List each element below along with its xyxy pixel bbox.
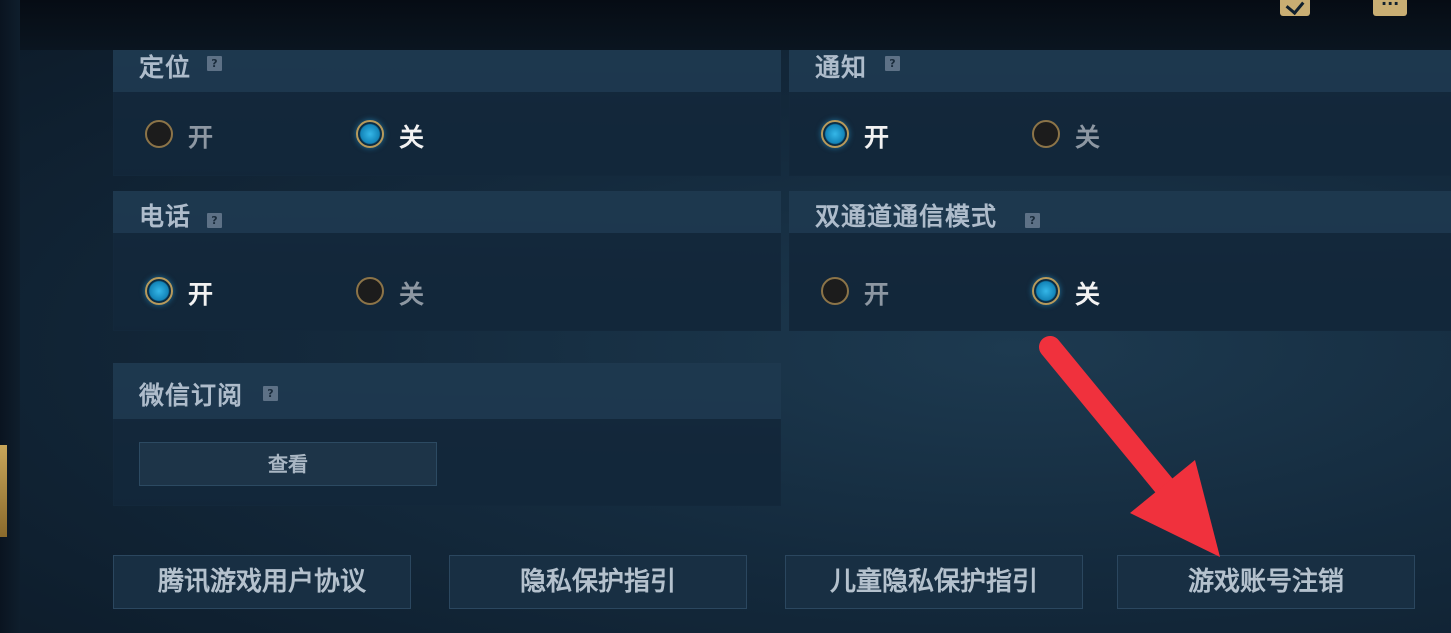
help-icon[interactable]: ? [885,56,900,71]
phone-title: 电话 [139,202,192,231]
help-icon[interactable]: ? [207,213,222,228]
phone-on-label[interactable]: 开 [188,275,213,311]
phone-off-label[interactable]: 关 [399,275,424,311]
help-icon[interactable]: ? [1025,213,1040,228]
location-off-radio[interactable] [356,120,384,148]
phone-body [113,233,781,331]
notification-off-radio[interactable] [1032,120,1060,148]
location-setting: 定位 ? 开 关 [113,50,781,176]
notification-on-label[interactable]: 开 [864,118,889,154]
active-tab-marker [0,445,7,537]
phone-on-radio[interactable] [145,277,173,305]
left-sidebar [0,0,20,633]
help-icon[interactable]: ? [207,56,222,71]
notification-off-label[interactable]: 关 [1075,118,1100,154]
location-title: 定位 [139,53,192,82]
dual-channel-on-label[interactable]: 开 [864,275,889,311]
chat-icon[interactable] [1373,0,1407,16]
dual-channel-setting: 双通道通信模式 ? 开 关 [789,191,1451,331]
location-body [113,92,781,176]
wechat-view-button[interactable]: 查看 [139,442,437,486]
dual-channel-title: 双通道通信模式 [815,202,998,231]
help-icon[interactable]: ? [263,386,278,401]
user-agreement-button[interactable]: 腾讯游戏用户协议 [113,555,411,609]
dual-channel-off-radio[interactable] [1032,277,1060,305]
location-on-label[interactable]: 开 [188,118,213,154]
location-off-label[interactable]: 关 [399,118,424,154]
checklist-icon[interactable] [1280,0,1310,16]
location-on-radio[interactable] [145,120,173,148]
wechat-title: 微信订阅 [139,381,244,410]
red-arrow-annotation [1039,336,1220,557]
notification-setting: 通知 ? 开 关 [789,50,1451,176]
top-bar [0,0,1451,50]
phone-setting: 电话 ? 开 关 [113,191,781,331]
privacy-guide-button[interactable]: 隐私保护指引 [449,555,747,609]
dual-channel-off-label[interactable]: 关 [1075,275,1100,311]
notification-title: 通知 [815,53,868,82]
wechat-subscription: 微信订阅 ? 查看 [113,363,781,506]
phone-off-radio[interactable] [356,277,384,305]
dual-channel-on-radio[interactable] [821,277,849,305]
notification-on-radio[interactable] [821,120,849,148]
